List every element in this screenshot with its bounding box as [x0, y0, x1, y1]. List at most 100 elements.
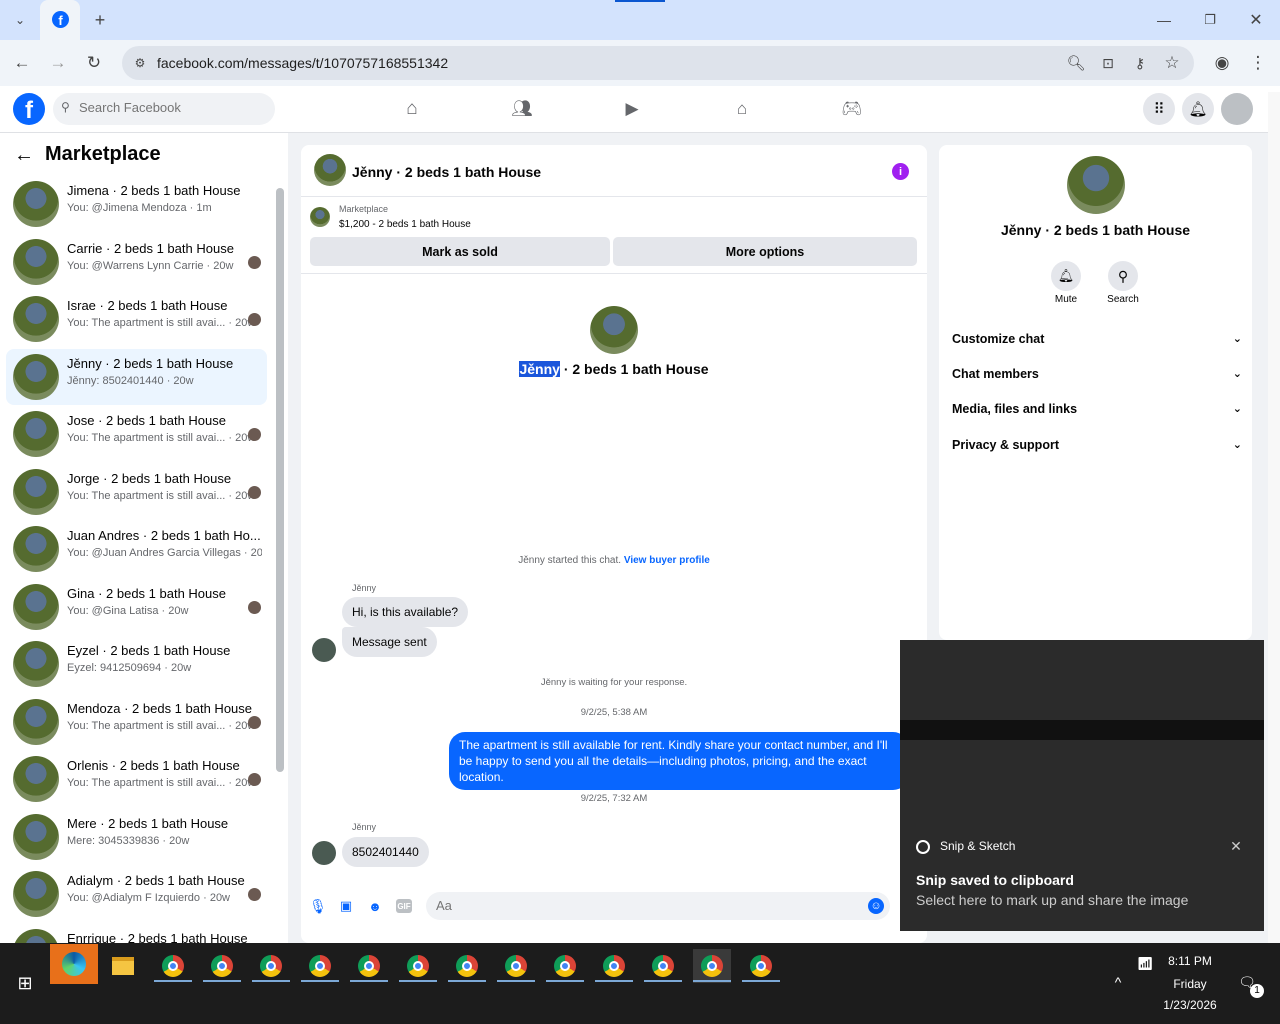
conversation-item[interactable]: Jimena · 2 beds 1 bath House You: @Jimena… [6, 176, 267, 232]
conversation-item[interactable]: Jěnny · 2 beds 1 bath House Jěnny: 850240… [6, 348, 267, 405]
conversation-item[interactable]: Mere · 2 beds 1 bath House Mere: 30453398… [6, 809, 267, 865]
clock-day[interactable]: Friday [1158, 977, 1222, 991]
show-hidden-icons-icon[interactable]: ^ [1108, 972, 1128, 992]
microphone-icon[interactable]: 🎙︎ [309, 896, 327, 916]
emoji-icon[interactable]: ☺ [868, 898, 884, 914]
media-files-links-row[interactable]: Media, files and links ⌄ [952, 402, 1242, 416]
clock-date[interactable]: 1/23/2026 [1158, 998, 1222, 1012]
close-window-icon[interactable]: ✕ [1244, 8, 1268, 32]
menu-grid-icon[interactable]: ⠿ [1143, 93, 1175, 125]
conversation-item[interactable]: Enrrique · 2 beds 1 bath House [6, 924, 267, 943]
snip-notification[interactable]: Snip & Sketch ✕ Snip saved to clipboard … [900, 640, 1264, 931]
info-icon[interactable]: i [892, 163, 909, 180]
mute-bell-icon[interactable]: 🔔︎ [1051, 261, 1081, 291]
tab-indicator [615, 0, 665, 2]
windows-start-icon[interactable]: ⊞ [14, 972, 36, 994]
chrome-taskbar-button[interactable] [154, 949, 192, 983]
chrome-taskbar-button[interactable] [742, 949, 780, 983]
profile-icon[interactable]: ◉ [1210, 51, 1234, 75]
customize-chat-row[interactable]: Customize chat ⌄ [952, 332, 1242, 346]
chrome-taskbar-button[interactable] [546, 949, 584, 983]
search-label[interactable]: Search [1093, 294, 1153, 305]
privacy-support-row[interactable]: Privacy & support ⌄ [952, 438, 1242, 452]
conversation-item[interactable]: Carrie · 2 beds 1 bath House You: @Warren… [6, 234, 267, 290]
chrome-taskbar-button[interactable] [595, 949, 633, 983]
chrome-taskbar-button[interactable] [448, 949, 486, 983]
message-bubble-incoming[interactable]: 8502401440 [342, 837, 429, 867]
sender-avatar[interactable] [312, 841, 336, 865]
page-scrollbar[interactable] [1268, 92, 1280, 943]
conversation-item[interactable]: Gina · 2 beds 1 bath House You: @Gina Lat… [6, 579, 267, 635]
restore-icon[interactable]: ❐ [1198, 8, 1222, 32]
minimize-icon[interactable]: — [1152, 8, 1176, 32]
gaming-icon[interactable]: 🎮︎ [840, 97, 864, 121]
home-icon[interactable]: ⌂ [400, 97, 424, 121]
conversation-item[interactable]: Jose · 2 beds 1 bath House You: The apart… [6, 406, 267, 462]
new-tab-icon[interactable]: + [88, 8, 112, 32]
search-chat-icon[interactable]: ⚲ [1108, 261, 1138, 291]
view-buyer-profile-link[interactable]: View buyer profile [624, 555, 710, 566]
conversation-item[interactable]: Mendoza · 2 beds 1 bath House You: The ap… [6, 694, 267, 750]
edge-taskbar-button[interactable] [50, 944, 98, 984]
info-avatar[interactable] [1067, 156, 1125, 214]
chrome-taskbar-button[interactable] [497, 949, 535, 983]
close-notification-icon[interactable]: ✕ [1226, 836, 1246, 856]
listing-thumbnail[interactable] [310, 207, 330, 227]
zoom-icon[interactable]: 🔍︎ [1064, 51, 1088, 75]
browser-tab-facebook[interactable]: f [40, 0, 80, 40]
search-box[interactable]: ⚲ [53, 93, 275, 125]
back-arrow-icon[interactable]: ← [12, 143, 36, 167]
clock-time[interactable]: 8:11 PM [1158, 954, 1222, 968]
back-icon[interactable]: ← [10, 51, 34, 75]
chat-members-row[interactable]: Chat members ⌄ [952, 367, 1242, 381]
message-input[interactable] [436, 898, 836, 913]
conversation-item[interactable]: Orlenis · 2 beds 1 bath House You: The ap… [6, 751, 267, 807]
photo-icon[interactable]: ▣ [338, 896, 354, 916]
mute-label[interactable]: Mute [1036, 294, 1096, 305]
marketplace-title: Marketplace [45, 143, 161, 165]
chrome-taskbar-button[interactable] [350, 949, 388, 983]
wifi-icon[interactable]: 📶︎ [1136, 955, 1154, 973]
chrome-taskbar-button[interactable] [693, 949, 731, 983]
url-text[interactable]: facebook.com/messages/t/1070757168551342 [157, 55, 448, 71]
chat-avatar[interactable] [314, 154, 346, 186]
friends-icon[interactable]: 👥︎ [510, 97, 534, 121]
reload-icon[interactable]: ↻ [82, 51, 106, 75]
chat-intro-avatar[interactable] [590, 306, 638, 354]
file-explorer-button[interactable] [104, 949, 142, 983]
composer[interactable]: ☺ [426, 892, 890, 920]
message-bubble-incoming[interactable]: Message sent [342, 627, 437, 657]
search-input[interactable] [79, 100, 259, 115]
mark-as-sold-button[interactable]: Mark as sold [310, 237, 610, 266]
chrome-taskbar-button[interactable] [644, 949, 682, 983]
sticker-icon[interactable]: ☻ [367, 896, 383, 916]
chat-header-title[interactable]: Jěnny · 2 beds 1 bath House [352, 164, 541, 180]
video-icon[interactable]: ▶ [620, 97, 644, 121]
facebook-logo-icon[interactable]: f [13, 93, 45, 125]
install-app-icon[interactable]: ⊡ [1096, 51, 1120, 75]
forward-icon[interactable]: → [46, 51, 70, 75]
chrome-taskbar-button[interactable] [252, 949, 290, 983]
message-bubble-incoming[interactable]: Hi, is this available? [342, 597, 469, 627]
conversation-item[interactable]: Jorge · 2 beds 1 bath House You: The apar… [6, 464, 267, 520]
marketplace-icon[interactable]: ⌂ [730, 97, 754, 121]
gif-icon[interactable]: GIF [396, 899, 412, 913]
conversation-item[interactable]: Adialym · 2 beds 1 bath House You: @Adial… [6, 866, 267, 922]
conversation-scrollbar[interactable] [276, 188, 284, 772]
account-avatar[interactable] [1221, 93, 1253, 125]
site-info-icon[interactable]: ⚙ [128, 51, 152, 75]
chrome-taskbar-button[interactable] [203, 949, 241, 983]
conversation-item[interactable]: Eyzel · 2 beds 1 bath House Eyzel: 941250… [6, 636, 267, 692]
password-key-icon[interactable]: ⚷ [1128, 51, 1152, 75]
browser-menu-icon[interactable]: ⋮ [1246, 51, 1270, 75]
message-bubble-outgoing[interactable]: The apartment is still available for ren… [449, 732, 909, 790]
more-options-button[interactable]: More options [613, 237, 917, 266]
chrome-taskbar-button[interactable] [301, 949, 339, 983]
notifications-bell-icon[interactable]: 🔔︎ [1182, 93, 1214, 125]
conversation-item[interactable]: Juan Andres · 2 beds 1 bath Ho... You: @J… [6, 521, 267, 577]
conversation-item[interactable]: Israe · 2 beds 1 bath House You: The apar… [6, 291, 267, 347]
chrome-taskbar-button[interactable] [399, 949, 437, 983]
tab-search-icon[interactable]: ⌄ [8, 8, 32, 32]
sender-avatar[interactable] [312, 638, 336, 662]
bookmark-star-icon[interactable]: ☆ [1160, 51, 1184, 75]
